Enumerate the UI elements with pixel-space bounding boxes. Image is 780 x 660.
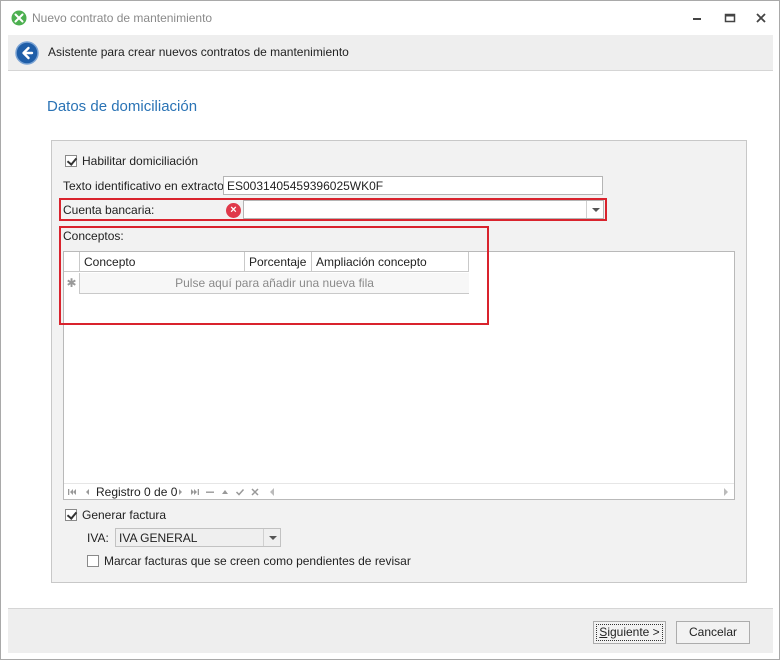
horizontal-scrollbar[interactable]	[270, 487, 728, 497]
grid-header: Concepto Porcentaje Ampliación concepto	[64, 252, 469, 272]
next-button-label: iguiente >	[607, 625, 660, 639]
generar-factura-label: Generar factura	[82, 508, 167, 522]
column-header-porcentaje[interactable]: Porcentaje	[245, 252, 312, 272]
wizard-title: Asistente para crear nuevos contratos de…	[48, 45, 349, 59]
texto-extracto-label: Texto identificativo en extracto:	[63, 179, 228, 193]
delete-record-icon[interactable]	[205, 486, 215, 498]
iva-label: IVA:	[87, 531, 109, 545]
title-bar: Nuevo contrato de mantenimiento	[1, 1, 779, 35]
generar-factura-checkbox[interactable]	[65, 509, 77, 521]
back-arrow-icon[interactable]	[15, 41, 39, 65]
content-area: Datos de domiciliación Habilitar domicil…	[8, 72, 773, 608]
cancel-edit-icon[interactable]	[250, 486, 260, 498]
error-icon: ×	[226, 203, 241, 218]
iva-value: IVA GENERAL	[119, 531, 198, 545]
next-button[interactable]: Siguiente >	[593, 621, 666, 644]
cancel-button[interactable]: Cancelar	[676, 621, 750, 644]
chevron-down-icon[interactable]	[263, 529, 280, 546]
chevron-down-icon[interactable]	[586, 201, 603, 218]
save-record-icon[interactable]	[235, 486, 245, 498]
section-title: Datos de domiciliación	[47, 98, 198, 115]
edit-record-icon[interactable]	[220, 486, 230, 498]
new-row-text[interactable]: Pulse aquí para añadir una nueva fila	[80, 273, 469, 294]
close-icon[interactable]	[752, 9, 770, 27]
conceptos-label: Conceptos:	[63, 229, 124, 243]
habilitar-domiciliacion-checkbox[interactable]	[65, 155, 77, 167]
marcar-pendientes-label: Marcar facturas que se creen como pendie…	[104, 554, 411, 568]
record-counter: Registro 0 de 0	[96, 485, 178, 499]
conceptos-grid[interactable]: Concepto Porcentaje Ampliación concepto …	[63, 251, 735, 500]
dialog-window: Nuevo contrato de mantenimiento Asistent…	[0, 0, 780, 660]
last-record-icon[interactable]	[190, 486, 200, 498]
habilitar-domiciliacion-label: Habilitar domiciliación	[82, 154, 199, 168]
grid-indicator-header	[64, 252, 80, 272]
new-row-indicator-icon: ✱	[64, 273, 80, 294]
new-row[interactable]: ✱ Pulse aquí para añadir una nueva fila	[64, 273, 469, 294]
first-record-icon[interactable]	[67, 486, 77, 498]
next-record-icon[interactable]	[176, 486, 186, 498]
maximize-icon[interactable]	[721, 9, 739, 27]
column-header-concepto[interactable]: Concepto	[80, 252, 245, 272]
window-title: Nuevo contrato de mantenimiento	[32, 11, 213, 25]
cuenta-bancaria-combo[interactable]	[243, 200, 604, 219]
cuenta-bancaria-label: Cuenta bancaria:	[63, 203, 155, 217]
wizard-footer: Siguiente > Cancelar	[8, 608, 773, 653]
grid-navigator: Registro 0 de 0	[64, 483, 734, 499]
previous-record-icon[interactable]	[82, 486, 92, 498]
minimize-icon[interactable]	[688, 9, 706, 27]
wrench-screwdriver-icon	[11, 10, 27, 26]
marcar-pendientes-checkbox[interactable]	[87, 555, 99, 567]
texto-extracto-input[interactable]: ES0031405459396025WK0F	[223, 176, 603, 195]
iva-combo[interactable]: IVA GENERAL	[115, 528, 281, 547]
wizard-header: Asistente para crear nuevos contratos de…	[8, 35, 773, 71]
column-header-ampliacion[interactable]: Ampliación concepto	[312, 252, 469, 272]
domiciliacion-group: Habilitar domiciliación Texto identifica…	[51, 140, 747, 583]
